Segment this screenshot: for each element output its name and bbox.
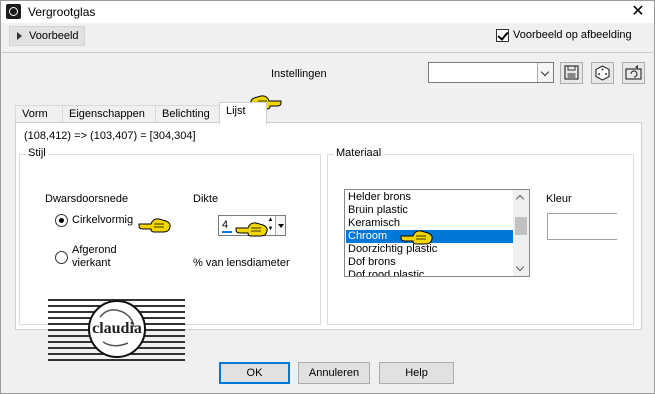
- list-item[interactable]: Bruin plastic: [346, 204, 514, 217]
- chevron-down-icon[interactable]: [537, 63, 553, 82]
- radio-rounded-square-label[interactable]: Afgerond vierkant: [72, 244, 117, 270]
- tab-eigenschappen[interactable]: Eigenschappen: [62, 105, 156, 123]
- pointing-hand-icon: [235, 222, 268, 237]
- save-preset-button[interactable]: [560, 62, 583, 84]
- preview-toggle-label: Voorbeeld: [29, 30, 79, 42]
- style-group-title: Stijl: [26, 147, 48, 159]
- claudia-logo: claudia: [48, 299, 185, 361]
- scroll-thumb[interactable]: [515, 217, 527, 235]
- cancel-button[interactable]: Annuleren: [298, 362, 370, 384]
- material-listbox[interactable]: Helder brons Bruin plastic Keramisch Chr…: [344, 189, 530, 277]
- ok-button[interactable]: OK: [219, 362, 290, 384]
- window-title: Vergrootglas: [28, 5, 96, 19]
- dice-icon: [595, 65, 610, 81]
- tab-lijst[interactable]: Lijst: [219, 102, 267, 124]
- thickness-label: Dikte: [193, 193, 219, 205]
- radio-circular[interactable]: [55, 214, 68, 227]
- list-item[interactable]: Dof brons: [346, 256, 514, 269]
- thickness-unit: % van lensdiameter: [193, 257, 290, 269]
- close-icon[interactable]: ✕: [628, 2, 648, 22]
- app-icon: [6, 4, 21, 19]
- thickness-value: 4: [222, 219, 229, 231]
- preview-on-image-label[interactable]: Voorbeeld op afbeelding: [513, 29, 632, 41]
- reset-button[interactable]: [622, 62, 645, 84]
- radio-rounded-square-label-line2: vierkant: [72, 257, 111, 269]
- expand-arrow-icon: [17, 32, 22, 40]
- cross-section-label: Dwarsdoorsnede: [45, 193, 129, 205]
- listbox-scrollbar[interactable]: [513, 190, 529, 276]
- pointing-hand-icon: [400, 230, 433, 245]
- coordinates-readout: (108,412) => (103,407) = [304,304]: [24, 130, 196, 142]
- magnifier-dialog: Vergrootglas ✕ Voorbeeld Voorbeeld op af…: [0, 0, 655, 394]
- thickness-caret: [222, 231, 232, 233]
- reset-icon: [625, 65, 642, 80]
- settings-dropdown[interactable]: [428, 62, 554, 83]
- scroll-down-icon[interactable]: [515, 262, 525, 272]
- preview-toggle-button[interactable]: Voorbeeld: [9, 26, 85, 46]
- list-item[interactable]: Helder brons: [346, 191, 514, 204]
- preview-on-image-checkbox[interactable]: [496, 29, 509, 42]
- radio-rounded-square-label-line1: Afgerond: [72, 244, 117, 256]
- list-item[interactable]: Dof rood plastic: [346, 269, 514, 276]
- radio-rounded-square[interactable]: [55, 251, 68, 264]
- scroll-up-icon[interactable]: [515, 194, 525, 204]
- thickness-slider-dropdown[interactable]: [275, 216, 285, 235]
- help-button[interactable]: Help: [379, 362, 454, 384]
- title-bar: Vergrootglas ✕: [1, 1, 654, 23]
- tab-vorm[interactable]: Vorm: [15, 105, 63, 123]
- claudia-logo-text: claudia: [92, 320, 142, 337]
- radio-circular-label[interactable]: Cirkelvormig: [72, 214, 133, 226]
- color-label: Kleur: [546, 193, 572, 205]
- save-icon: [564, 65, 579, 80]
- color-swatch[interactable]: [547, 213, 617, 240]
- pointing-hand-icon: [138, 218, 171, 233]
- tab-belichting[interactable]: Belichting: [155, 105, 220, 123]
- material-group-title: Materiaal: [334, 147, 384, 159]
- random-button[interactable]: [591, 62, 614, 84]
- separator: [2, 52, 653, 53]
- settings-label: Instellingen: [271, 68, 327, 80]
